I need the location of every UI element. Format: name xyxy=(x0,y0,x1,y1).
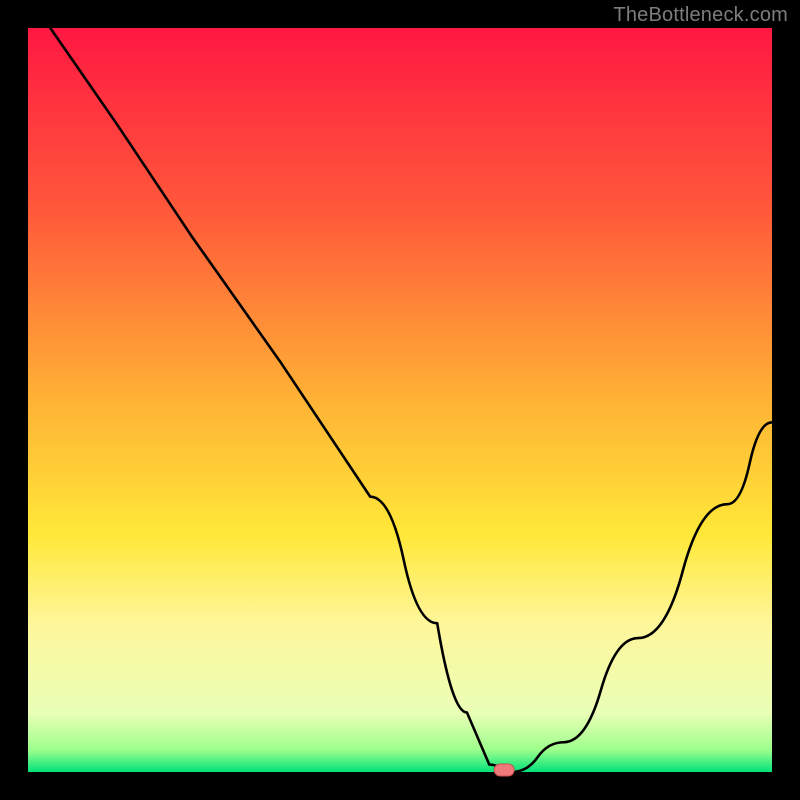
chart-frame: TheBottleneck.com xyxy=(0,0,800,800)
minimum-marker xyxy=(494,764,514,776)
watermark-text: TheBottleneck.com xyxy=(613,4,788,27)
plot-area-background xyxy=(28,28,772,772)
bottleneck-chart xyxy=(0,0,800,800)
